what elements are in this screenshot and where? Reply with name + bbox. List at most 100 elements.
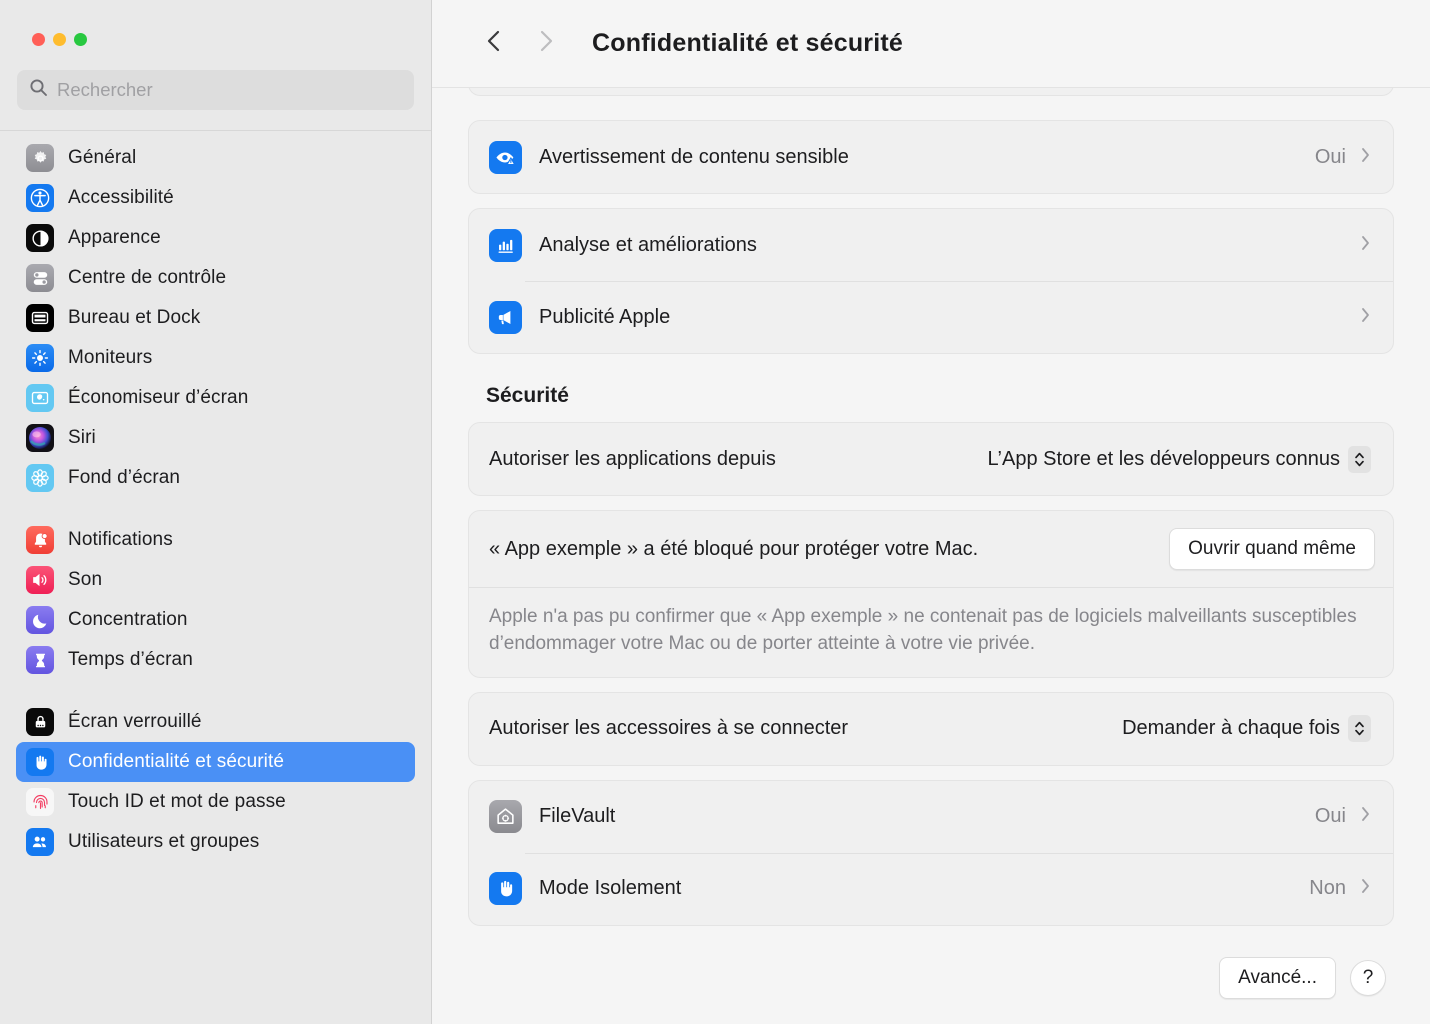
close-button[interactable] (32, 33, 45, 46)
sidebar-item-label: Touch ID et mot de passe (68, 791, 286, 812)
sidebar-item-control-center[interactable]: Centre de contrôle (16, 258, 415, 298)
sidebar-item-displays[interactable]: Moniteurs (16, 338, 415, 378)
sidebar-item-notifications[interactable]: Notifications (16, 520, 415, 560)
allow-apps-popup-button[interactable]: L’App Store et les développeurs connus (988, 445, 1371, 473)
apple-advertising-megaphone-icon (489, 300, 522, 334)
updown-chevrons-icon (1348, 445, 1371, 473)
row-label: Avertissement de contenu sensible (539, 145, 849, 168)
open-anyway-button[interactable]: Ouvrir quand même (1169, 528, 1375, 570)
sidebar-item-label: Bureau et Dock (68, 307, 201, 328)
minimize-button[interactable] (53, 33, 66, 46)
forward-button[interactable] (524, 22, 568, 66)
sidebar-item-screensaver[interactable]: Économiseur d’écran (16, 378, 415, 418)
help-button[interactable]: ? (1350, 960, 1386, 996)
row-allow-apps-from[interactable]: Autoriser les applications depuis L’App … (469, 423, 1393, 495)
sidebar-group-separator (0, 680, 431, 702)
notifications-icon (26, 526, 54, 554)
chevron-right-icon (1360, 306, 1371, 329)
analytics-bar-chart-icon (489, 228, 522, 262)
chevron-right-icon (1360, 805, 1371, 828)
previous-card-partial (468, 88, 1394, 96)
chevron-left-icon (485, 27, 503, 60)
sidebar-item-desktop-dock[interactable]: Bureau et Dock (16, 298, 415, 338)
chevron-right-icon (1360, 146, 1371, 169)
search-container (0, 46, 431, 110)
touch-id-icon (26, 788, 54, 816)
sidebar-item-wallpaper[interactable]: Fond d’écran (16, 458, 415, 498)
sidebar-item-touch-id[interactable]: Touch ID et mot de passe (16, 782, 415, 822)
sidebar-item-privacy-security[interactable]: Confidentialité et sécurité (16, 742, 415, 782)
sidebar-group-notifications: Notifications Son Concentration Temps d’… (0, 520, 431, 680)
system-settings-window: Général Accessibilité (0, 0, 1430, 1024)
allow-apps-card: Autoriser les applications depuis L’App … (468, 422, 1394, 496)
sidebar-item-users-groups[interactable]: Utilisateurs et groupes (16, 822, 415, 862)
main-panel: Confidentialité et sécurité Avertissemen… (432, 0, 1430, 1024)
sidebar-item-label: Général (68, 147, 137, 168)
row-label: Autoriser les accessoires à se connecter (489, 717, 849, 740)
analytics-advertising-card: Analyse et améliorations Publicité Apple (468, 208, 1394, 354)
sidebar-item-label: Son (68, 569, 103, 590)
footer-actions: Avancé... ? (432, 932, 1430, 1024)
question-mark-icon: ? (1362, 967, 1374, 988)
row-label: Publicité Apple (539, 305, 671, 328)
chevron-right-icon (1360, 877, 1371, 900)
advanced-button[interactable]: Avancé... (1219, 957, 1336, 999)
row-lockdown-mode[interactable]: Mode Isolement Non (469, 852, 1393, 925)
row-apple-advertising[interactable]: Publicité Apple (469, 281, 1393, 353)
screen-time-icon (26, 646, 54, 674)
search-icon (29, 78, 48, 102)
sidebar-item-sound[interactable]: Son (16, 560, 415, 600)
row-sensitive-content-warning[interactable]: Avertissement de contenu sensible Oui (469, 121, 1393, 193)
sidebar-item-general[interactable]: Général (16, 138, 415, 178)
sidebar-item-label: Notifications (68, 529, 173, 550)
sidebar-item-accessibility[interactable]: Accessibilité (16, 178, 415, 218)
search-box[interactable] (17, 70, 414, 110)
sidebar-item-focus[interactable]: Concentration (16, 600, 415, 640)
accessories-card: Autoriser les accessoires à se connecter… (468, 691, 1394, 766)
filevault-house-icon (489, 800, 522, 834)
zoom-button[interactable] (74, 33, 87, 46)
page-title: Confidentialité et sécurité (592, 29, 904, 57)
search-input[interactable] (57, 79, 402, 101)
row-allow-accessories[interactable]: Autoriser les accessoires à se connecter… (469, 693, 1393, 765)
sidebar-item-screen-time[interactable]: Temps d’écran (16, 640, 415, 680)
blocked-app-header: « App exemple » a été bloqué pour protég… (469, 511, 1393, 587)
sidebar-group-appearance: Général Accessibilité Apparence Centre d… (0, 138, 431, 498)
row-label: Autoriser les applications depuis (489, 447, 776, 470)
sidebar-item-label: Concentration (68, 609, 188, 630)
sidebar-item-label: Siri (68, 427, 96, 448)
focus-icon (26, 606, 54, 634)
row-label: FileVault (539, 805, 616, 828)
blocked-app-description: Apple n'a pas pu confirmer que « App exe… (469, 587, 1393, 677)
sidebar-group-security: Écran verrouillé Confidentialité et sécu… (0, 702, 431, 862)
sidebar-item-label: Accessibilité (68, 187, 174, 208)
row-label: Analyse et améliorations (539, 233, 757, 256)
chevron-right-icon (1360, 234, 1371, 257)
displays-icon (26, 344, 54, 372)
screensaver-icon (26, 384, 54, 412)
sidebar-item-appearance[interactable]: Apparence (16, 218, 415, 258)
sidebar-item-siri[interactable]: Siri (16, 418, 415, 458)
sidebar-item-label: Apparence (68, 227, 161, 248)
sidebar-item-label: Temps d’écran (68, 649, 193, 670)
users-groups-icon (26, 828, 54, 856)
accessories-popup-button[interactable]: Demander à chaque fois (1122, 715, 1371, 743)
sidebar-item-label: Centre de contrôle (68, 267, 227, 288)
sidebar-item-lock-screen[interactable]: Écran verrouillé (16, 702, 415, 742)
window-traffic-lights (0, 0, 431, 46)
row-filevault[interactable]: FileVault Oui (469, 781, 1393, 853)
wallpaper-icon (26, 464, 54, 492)
row-value: Non (1309, 877, 1346, 900)
settings-scroll-area[interactable]: Avertissement de contenu sensible Oui An… (432, 88, 1430, 932)
blocked-app-title: « App exemple » a été bloqué pour protég… (489, 537, 979, 560)
row-value: Oui (1314, 805, 1346, 828)
sidebar-item-label: Utilisateurs et groupes (68, 831, 260, 852)
back-button[interactable] (472, 22, 516, 66)
privacy-hand-icon (26, 748, 54, 776)
sidebar: Général Accessibilité (0, 0, 432, 1024)
sidebar-group-separator (0, 498, 431, 520)
row-analytics-improvements[interactable]: Analyse et améliorations (469, 209, 1393, 281)
sidebar-list[interactable]: Général Accessibilité Apparence Centre d… (0, 131, 431, 1024)
appearance-icon (26, 224, 54, 252)
siri-icon (26, 424, 54, 452)
